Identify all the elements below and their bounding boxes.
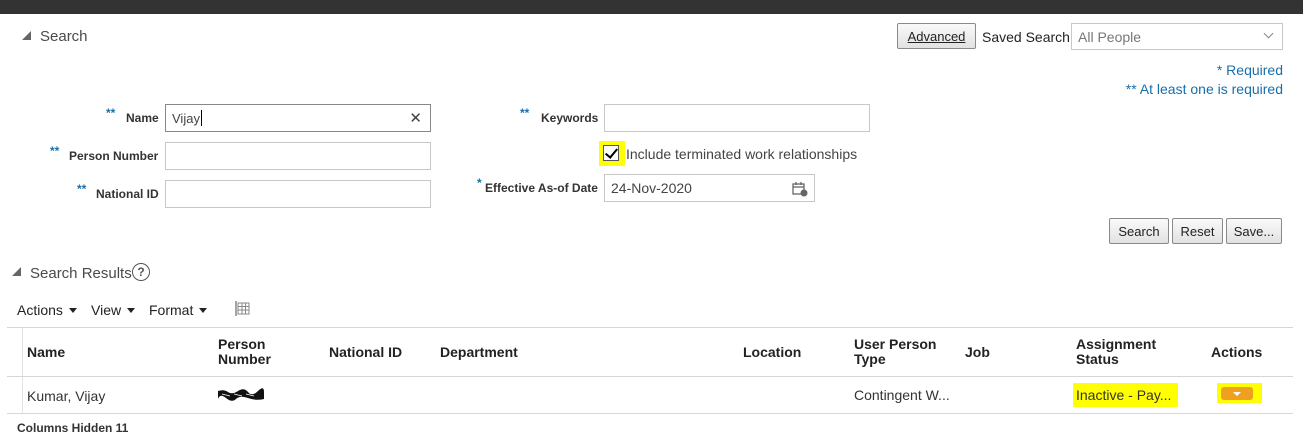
search-section-title: Search — [40, 28, 88, 45]
collapse-results-icon[interactable] — [12, 267, 21, 276]
col-header-department[interactable]: Department — [440, 345, 518, 360]
advanced-button-label: Advanced — [907, 28, 966, 44]
view-menu[interactable]: View — [91, 302, 136, 318]
national-id-input[interactable] — [165, 180, 431, 208]
table-bottom-border — [7, 413, 1293, 414]
name-label: Name — [126, 111, 159, 125]
view-menu-label: View — [91, 302, 122, 318]
row-actions-button[interactable] — [1221, 387, 1253, 400]
top-bar — [0, 0, 1303, 14]
saved-search-select[interactable]: All People — [1071, 23, 1283, 50]
keywords-required-marker: ** — [520, 106, 530, 120]
results-section-title: Search Results — [30, 265, 132, 282]
effective-date-input[interactable]: 24-Nov-2020 — [604, 174, 815, 202]
reset-button[interactable]: Reset — [1172, 218, 1223, 244]
table-header-border — [7, 376, 1293, 377]
col-header-assignment-status[interactable]: Assignment Status — [1076, 337, 1176, 367]
clear-icon[interactable]: ✕ — [409, 109, 422, 127]
caret-down-icon — [68, 307, 77, 313]
caret-down-icon — [127, 307, 136, 313]
actions-menu-label: Actions — [17, 302, 63, 318]
row-user-person-type: Contingent W... — [854, 387, 950, 403]
keywords-label: Keywords — [541, 111, 599, 125]
person-number-input[interactable] — [165, 142, 431, 170]
calendar-icon[interactable] — [792, 181, 808, 197]
required-note: * Required — [1216, 62, 1283, 78]
chevron-down-icon — [1263, 28, 1274, 39]
terminated-label: Include terminated work relationships — [626, 146, 858, 162]
col-header-person-number[interactable]: Person Number — [218, 337, 298, 367]
saved-search-value: All People — [1078, 28, 1142, 45]
row-assignment-status: Inactive - Pay... — [1073, 383, 1178, 407]
text-cursor — [200, 110, 202, 126]
effective-date-value: 24-Nov-2020 — [611, 180, 692, 196]
name-input-value: Vijay — [172, 110, 200, 126]
collapse-search-icon[interactable] — [22, 31, 31, 40]
table-left-border — [22, 328, 23, 414]
national-id-label: National ID — [96, 187, 159, 201]
national-id-required-marker: ** — [77, 182, 87, 196]
help-icon[interactable]: ? — [132, 263, 150, 281]
search-button[interactable]: Search — [1109, 218, 1169, 244]
name-input[interactable]: Vijay ✕ — [165, 104, 431, 132]
advanced-button[interactable]: Advanced — [897, 23, 976, 49]
table-top-border — [7, 327, 1293, 328]
row-name-link[interactable]: Kumar, Vijay — [27, 388, 105, 404]
col-header-user-person-type[interactable]: User Person Type — [854, 337, 954, 367]
checkmark-icon — [604, 145, 619, 159]
col-header-actions: Actions — [1211, 344, 1263, 360]
at-least-one-note: ** At least one is required — [1125, 81, 1283, 97]
freeze-columns-icon[interactable] — [235, 301, 251, 317]
person-number-label: Person Number — [69, 149, 159, 163]
actions-menu[interactable]: Actions — [17, 302, 77, 318]
saved-search-label: Saved Search — [982, 29, 1070, 45]
col-header-location[interactable]: Location — [743, 345, 801, 360]
effective-date-label: Effective As-of Date — [485, 181, 598, 195]
col-header-job[interactable]: Job — [965, 345, 990, 360]
keywords-input[interactable] — [604, 104, 870, 132]
format-menu[interactable]: Format — [149, 302, 208, 318]
redacted-person-number — [216, 388, 266, 402]
save-button[interactable]: Save... — [1226, 218, 1282, 244]
terminated-checkbox[interactable] — [603, 145, 619, 161]
person-number-required-marker: ** — [50, 144, 60, 158]
caret-down-icon — [1233, 392, 1241, 396]
name-required-marker: ** — [106, 106, 116, 120]
col-header-national-id[interactable]: National ID — [329, 345, 402, 360]
effective-required-marker: * — [477, 176, 482, 190]
format-menu-label: Format — [149, 302, 194, 318]
caret-down-icon — [199, 307, 208, 313]
col-header-name[interactable]: Name — [27, 345, 65, 360]
columns-hidden-footer: Columns Hidden 11 — [17, 421, 129, 435]
